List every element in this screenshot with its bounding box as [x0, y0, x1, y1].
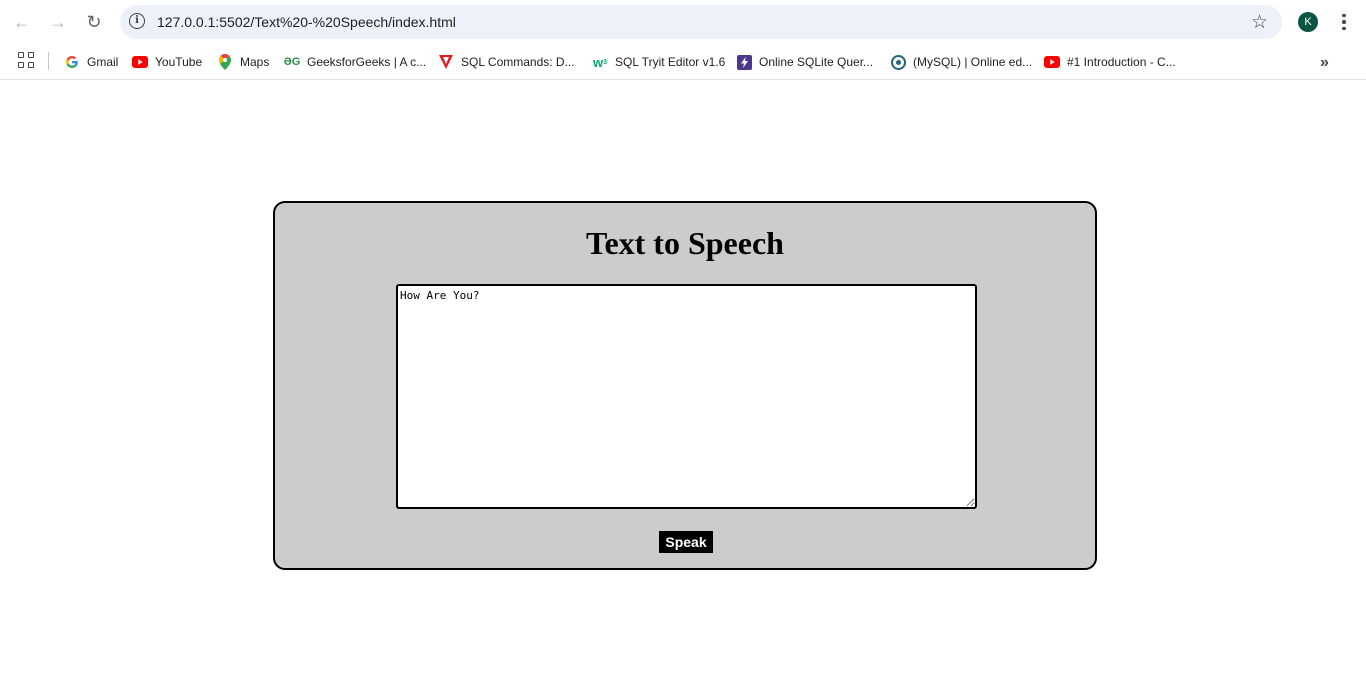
speak-button[interactable]: Speak	[659, 531, 713, 553]
reload-icon[interactable]: ↻	[82, 10, 106, 34]
more-bookmarks-chevron-icon[interactable]: »	[1320, 54, 1329, 72]
youtube-icon	[132, 54, 148, 70]
bookmark-label: #1 Introduction - C...	[1067, 55, 1176, 69]
bookmark-label: Online SQLite Quer...	[759, 55, 874, 69]
youtube-icon	[1044, 54, 1060, 70]
profile-avatar[interactable]: K	[1298, 12, 1318, 32]
bookmark-label: SQL Commands: D...	[461, 55, 575, 69]
site-info-icon[interactable]: i	[129, 13, 145, 29]
address-bar[interactable]: i 127.0.0.1:5502/Text%20-%20Speech/index…	[120, 5, 1282, 39]
bookmarks-divider	[48, 52, 49, 70]
bookmark-gmail[interactable]: Gmail	[64, 50, 118, 74]
url-text[interactable]: 127.0.0.1:5502/Text%20-%20Speech/index.h…	[157, 14, 456, 30]
back-arrow-icon[interactable]: ←	[10, 10, 34, 34]
google-icon	[64, 54, 80, 70]
apps-grid-icon[interactable]	[18, 52, 34, 68]
bookmark-online-sqlite[interactable]: Online SQLite Quer...	[736, 50, 873, 74]
speech-text-input[interactable]: How Are You?	[396, 284, 977, 509]
onecompiler-icon	[890, 54, 906, 70]
page-title: Text to Speech	[586, 225, 784, 261]
menu-kebab-icon[interactable]	[1336, 10, 1352, 34]
bookmark-star-icon[interactable]: ☆	[1251, 11, 1268, 34]
maps-icon	[217, 54, 233, 70]
w3schools-icon: w3	[592, 54, 608, 70]
geeksforgeeks-icon: ƏG	[283, 56, 301, 68]
lightning-icon	[736, 54, 752, 70]
bookmark-label: GeeksforGeeks | A c...	[307, 55, 427, 69]
bookmark-sql-commands[interactable]: SQL Commands: D...	[438, 50, 575, 74]
bookmark-sql-tryit-editor[interactable]: w3 SQL Tryit Editor v1.6	[592, 50, 725, 74]
bookmark-maps[interactable]: Maps	[217, 50, 269, 74]
forward-arrow-icon[interactable]: →	[46, 10, 70, 34]
text-to-speech-card: Text to Speech How Are You? Speak	[273, 201, 1097, 570]
bookmark-geeksforgeeks[interactable]: ƏG GeeksforGeeks | A c...	[284, 50, 426, 74]
bookmark-label: Maps	[240, 55, 270, 69]
browser-toolbar: ← → ↻ i 127.0.0.1:5502/Text%20-%20Speech…	[0, 0, 1366, 44]
bookmark-label: SQL Tryit Editor v1.6	[615, 55, 726, 69]
bookmarks-bar: Gmail YouTube Maps ƏG GeeksforGeeks | A …	[0, 44, 1366, 80]
bookmark-label: Gmail	[87, 55, 119, 69]
bookmark-label: YouTube	[155, 55, 203, 69]
red-v-icon	[438, 54, 454, 70]
bookmark-label: (MySQL) | Online ed...	[913, 55, 1033, 69]
bookmark-mysql-online-editor[interactable]: (MySQL) | Online ed...	[890, 50, 1032, 74]
bookmark-youtube[interactable]: YouTube	[132, 50, 202, 74]
bookmark-introduction[interactable]: #1 Introduction - C...	[1044, 50, 1176, 74]
